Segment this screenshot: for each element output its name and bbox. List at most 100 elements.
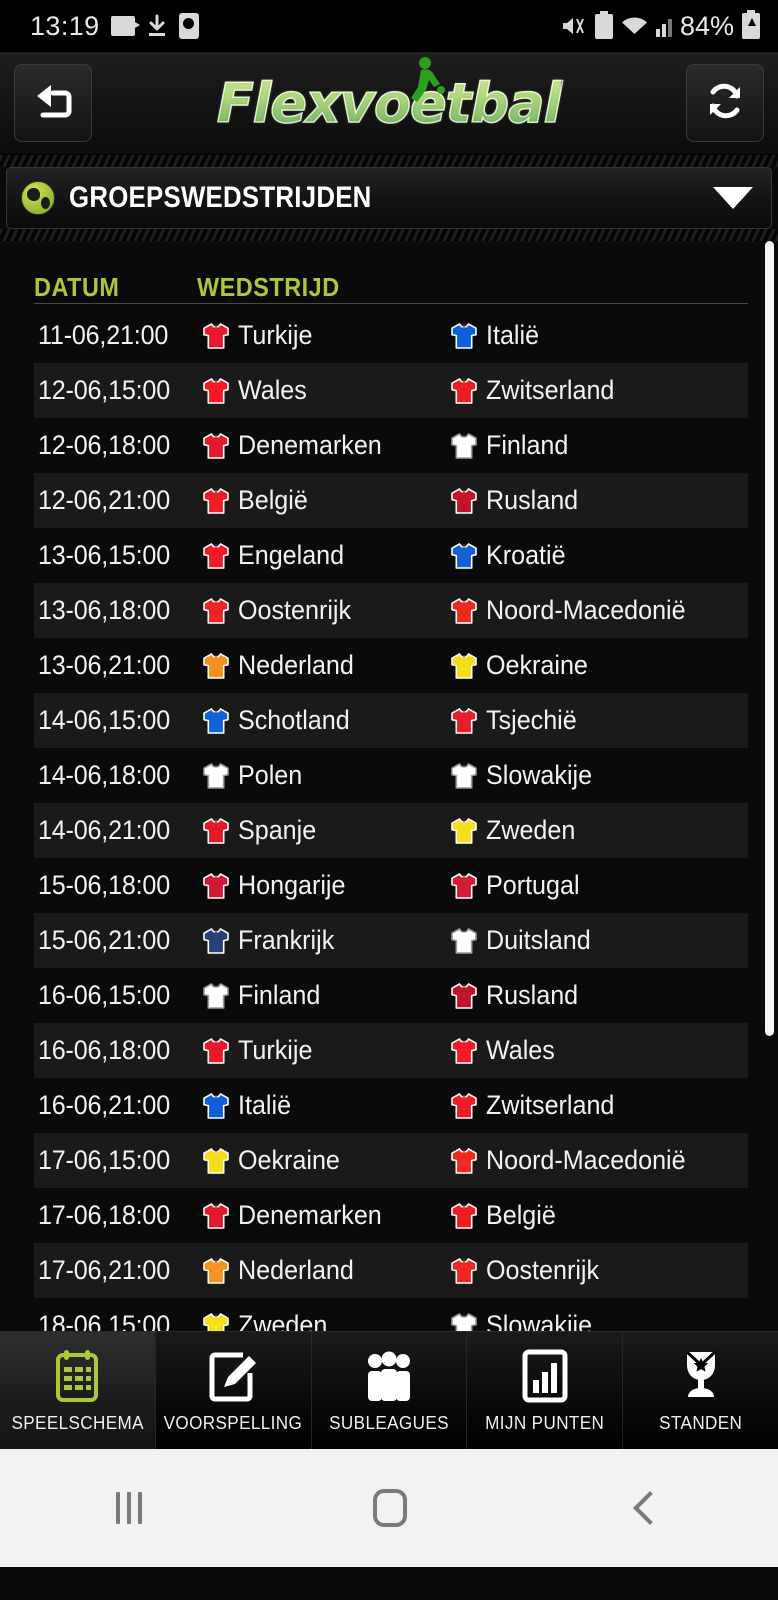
home-team-name: Polen [238,760,303,790]
home-team: Spanje [201,815,449,846]
home-team-name: België [238,485,308,515]
recents-icon[interactable] [115,1492,142,1524]
home-team: Wales [201,375,449,406]
scrollbar[interactable] [765,241,774,1331]
table-row[interactable]: 15-06,18:00 Hongarije Portugal [34,858,748,913]
column-header-wedstrijd: WEDSTRIJD [197,272,340,302]
away-team-name: Zweden [486,815,576,845]
status-bar-left: 13:19 [30,11,199,42]
calendar-icon [52,1348,102,1404]
soccer-ball-icon [21,181,55,215]
away-team-name: Tsjechië [486,705,577,735]
away-team: Slowakije [449,760,600,791]
jersey-icon [449,1202,479,1230]
home-team: Finland [201,980,449,1011]
away-team: Italië [449,320,543,351]
jersey-icon [449,1257,479,1285]
jersey-icon [201,432,231,460]
table-row[interactable]: 13-06,18:00 Oostenrijk Noord-Macedonië [34,583,748,638]
table-row[interactable]: 16-06,15:00 Finland Rusland [34,968,748,1023]
table-row[interactable]: 17-06,21:00 Nederland Oostenrijk [34,1243,748,1298]
tab-speelschema[interactable]: SPEELSCHEMA [0,1332,156,1449]
tab-label: MIJN PUNTEN [485,1412,605,1433]
trophy-icon [676,1348,726,1404]
match-date: 18-06,15:00 [38,1310,171,1331]
tab-label: SUBLEAGUES [329,1412,449,1433]
home-team-name: Denemarken [238,430,382,460]
match-date: 12-06,15:00 [38,375,171,405]
jersey-icon [201,817,231,845]
table-row[interactable]: 12-06,18:00 Denemarken Finland [34,418,748,473]
home-team: Turkije [201,320,449,351]
jersey-icon [201,487,231,515]
home-icon[interactable] [372,1489,407,1527]
tab-mijn-punten[interactable]: MIJN PUNTEN [467,1332,624,1449]
home-team-name: Denemarken [238,1200,382,1230]
bottom-tab-bar: SPEELSCHEMA VOORSPELLING SUBLEAGUES MIJN PU… [0,1331,778,1449]
table-row[interactable]: 14-06,21:00 Spanje Zweden [34,803,748,858]
table-row[interactable]: 13-06,21:00 Nederland Oekraine [34,638,748,693]
jersey-icon [449,487,479,515]
chevron-down-icon[interactable] [713,187,753,209]
home-team-name: Schotland [238,705,350,735]
away-team-name: Noord-Macedonië [486,595,686,625]
away-team: Portugal [449,870,587,901]
tab-voorspelling[interactable]: VOORSPELLING [155,1332,312,1449]
match-date: 13-06,21:00 [38,650,171,680]
table-row[interactable]: 12-06,15:00 Wales Zwitserland [34,363,748,418]
match-date: 14-06,15:00 [38,705,171,735]
scrollbar-thumb[interactable] [765,241,774,1036]
tab-standen[interactable]: STANDEN [623,1332,778,1449]
match-date: 16-06,18:00 [38,1035,171,1065]
status-time: 13:19 [30,10,100,41]
jersey-icon [449,872,479,900]
player-silhouette-icon [397,56,455,113]
table-row[interactable]: 13-06,15:00 Engeland Kroatië [34,528,748,583]
table-body: 11-06,21:00 Turkije Italië 12-06,15:00 Wales… [34,308,748,1331]
tab-label: STANDEN [659,1412,743,1433]
match-date: 17-06,15:00 [38,1145,171,1175]
away-team: Slowakije [449,1310,600,1331]
away-team-name: Noord-Macedonië [486,1145,686,1175]
home-team-name: Finland [238,980,321,1010]
clock-icon [178,13,199,39]
refresh-button[interactable] [686,64,764,142]
table-row[interactable]: 17-06,18:00 Denemarken België [34,1188,748,1243]
home-team: Schotland [201,705,449,736]
match-date: 12-06,18:00 [38,430,171,460]
wifi-icon [621,15,648,37]
tab-subleagues[interactable]: SUBLEAGUES [311,1332,468,1449]
away-team: Finland [449,430,575,461]
jersey-icon [449,1092,479,1120]
away-team: Kroatië [449,540,572,571]
table-row[interactable]: 12-06,21:00 België Rusland [34,473,748,528]
table-row[interactable]: 14-06,15:00 Schotland Tsjechië [34,693,748,748]
competition-dropdown[interactable]: GROEPSWEDSTRIJDEN [6,167,772,229]
table-row[interactable]: 14-06,18:00 Polen Slowakije [34,748,748,803]
table-row[interactable]: 11-06,21:00 Turkije Italië [34,308,748,363]
table-row[interactable]: 18-06,15:00 Zweden Slowakije [34,1298,748,1331]
away-team: Zwitserland [449,1090,624,1121]
table-row[interactable]: 17-06,15:00 Oekraine Noord-Macedonië [34,1133,748,1188]
home-team: Nederland [201,650,449,681]
match-date: 13-06,18:00 [38,595,171,625]
back-chevron-icon[interactable] [633,1491,668,1525]
dropdown-wrap: GROEPSWEDSTRIJDEN [0,167,778,229]
table-row[interactable]: 16-06,18:00 Turkije Wales [34,1023,748,1078]
away-team-name: Oekraine [486,650,588,680]
home-team-name: Zweden [238,1310,328,1331]
jersey-icon [201,762,231,790]
home-team: België [201,485,449,516]
away-team-name: België [486,1200,556,1230]
table-row[interactable]: 15-06,21:00 Frankrijk Duitsland [34,913,748,968]
people-icon [362,1348,416,1404]
away-team-name: Rusland [486,980,579,1010]
back-button[interactable] [14,64,92,142]
status-bar: 13:19 84% [0,0,778,52]
table-row[interactable]: 16-06,21:00 Italië Zwitserland [34,1078,748,1133]
home-team-name: Engeland [238,540,345,570]
home-team: Oekraine [201,1145,449,1176]
match-date: 12-06,21:00 [38,485,171,515]
away-team: België [449,1200,561,1231]
jersey-icon [201,1147,231,1175]
